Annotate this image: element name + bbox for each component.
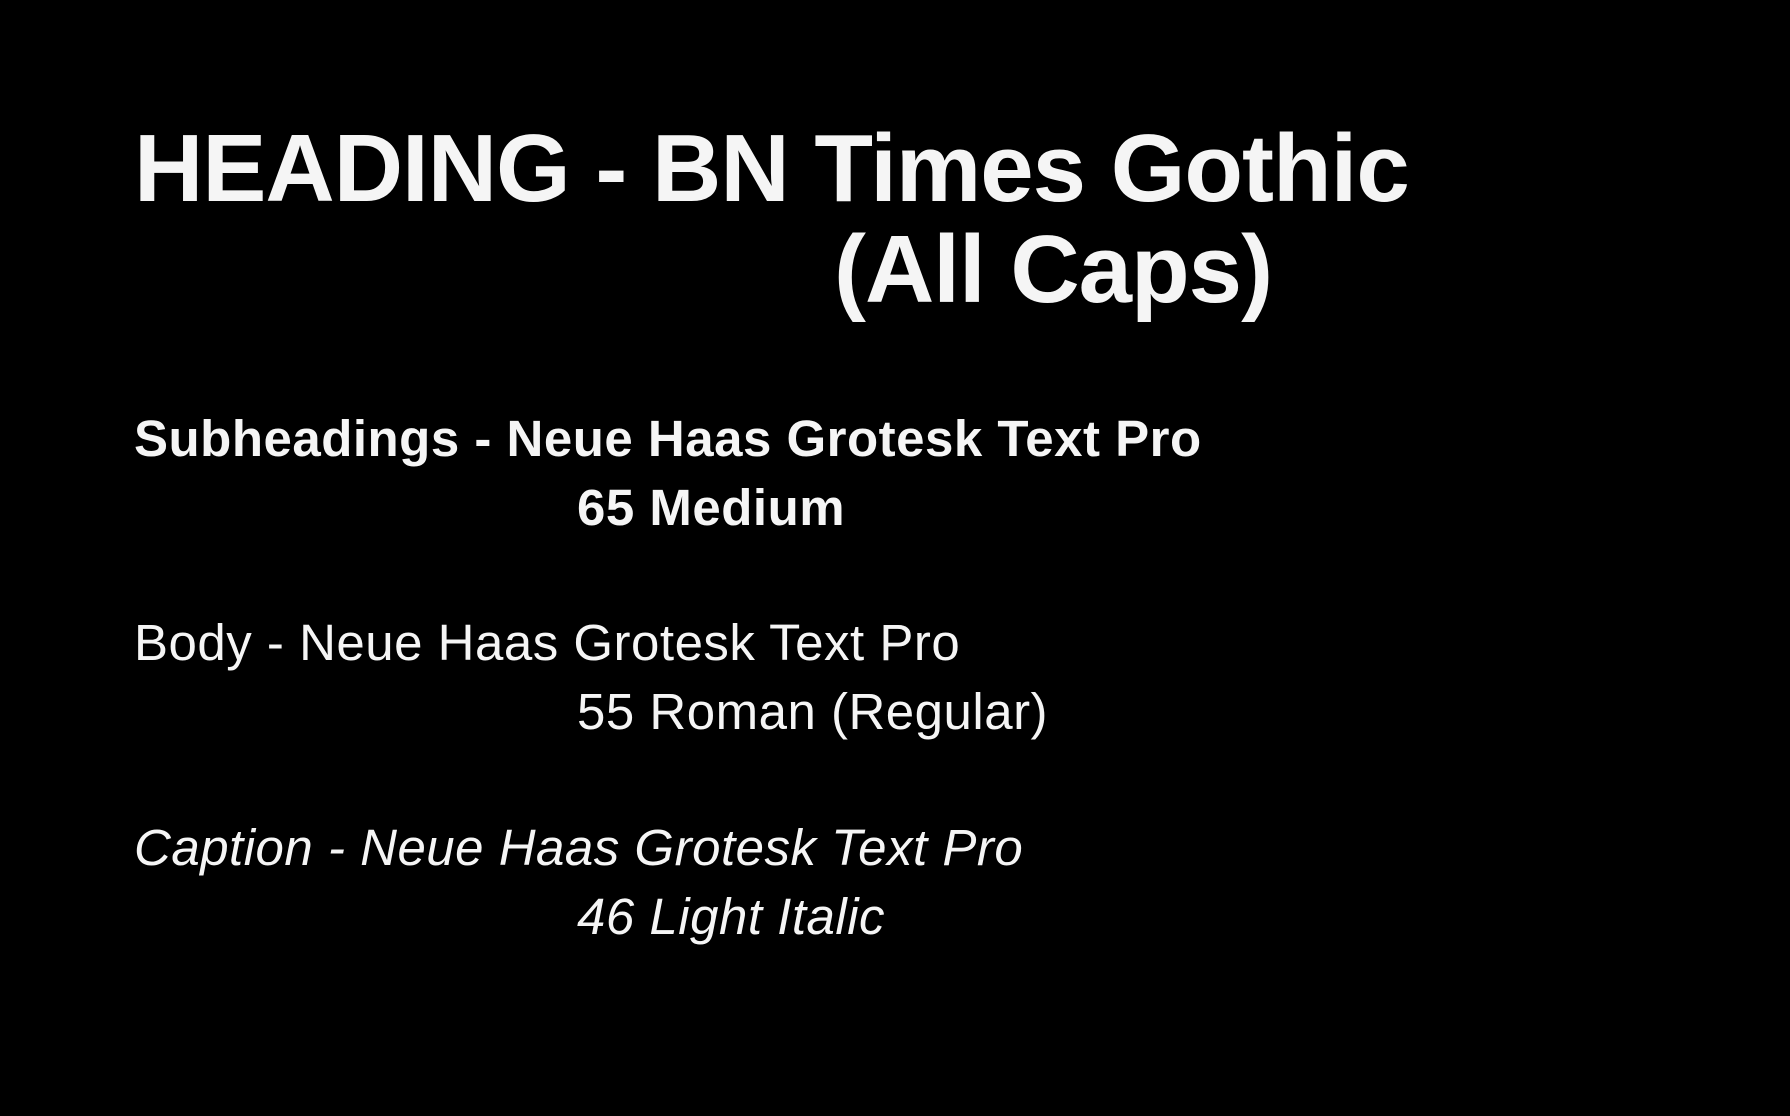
caption-line-2: 46 Light Italic bbox=[577, 888, 886, 945]
typography-spec-page: HEADING - BN Times Gothic (All Caps) Sub… bbox=[0, 0, 1790, 1116]
caption-line-1: Caption - Neue Haas Grotesk Text Pro bbox=[134, 819, 1024, 876]
body-line-1: Body - Neue Haas Grotesk Text Pro bbox=[134, 614, 961, 671]
caption-sample: Caption - Neue Haas Grotesk Text Pro 46 … bbox=[134, 813, 1023, 951]
subheading-sample: Subheadings - Neue Haas Grotesk Text Pro… bbox=[134, 404, 1202, 542]
body-line-2: 55 Roman (Regular) bbox=[577, 683, 1049, 740]
heading-line-1: HEADING - BN Times Gothic bbox=[134, 115, 1410, 222]
subheading-line-1: Subheadings - Neue Haas Grotesk Text Pro bbox=[134, 410, 1202, 467]
heading-line-2: (All Caps) bbox=[834, 216, 1273, 323]
subheading-line-2: 65 Medium bbox=[577, 479, 846, 536]
heading-sample: HEADING - BN Times Gothic (All Caps) bbox=[134, 115, 1410, 323]
body-sample: Body - Neue Haas Grotesk Text Pro 55 Rom… bbox=[134, 608, 1048, 746]
